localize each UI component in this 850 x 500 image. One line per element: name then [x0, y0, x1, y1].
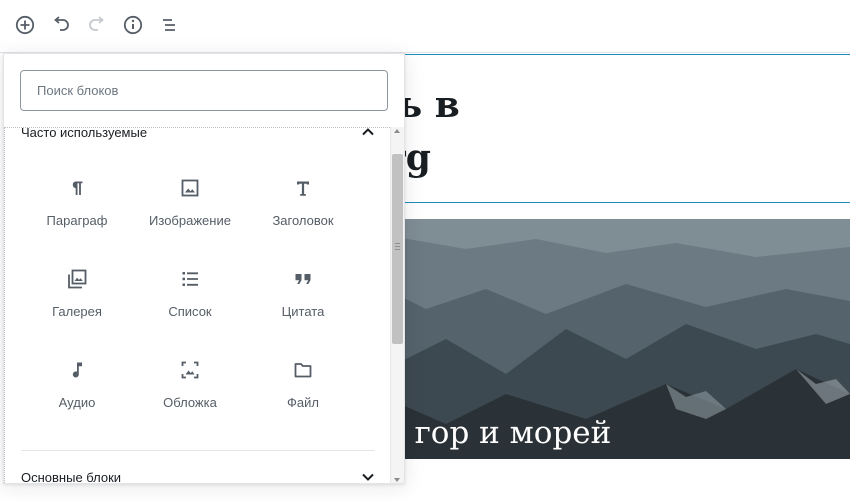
block-item-image[interactable]: Изображение [130, 158, 250, 240]
gallery-icon [65, 267, 89, 291]
panel-title: Часто используемые [21, 127, 148, 140]
block-item-label: Параграф [46, 213, 108, 228]
audio-icon [65, 358, 89, 382]
panel-divider [21, 450, 375, 451]
image-icon [178, 176, 202, 200]
block-item-list[interactable]: Список [130, 249, 250, 331]
redo-button[interactable] [85, 13, 109, 37]
block-item-label: Заголовок [272, 213, 334, 228]
inserter-search-area [4, 54, 404, 127]
block-item-label: Обложка [163, 395, 217, 410]
panel-toggle-most-used[interactable]: Часто используемые [21, 127, 375, 142]
block-item-file[interactable]: Файл [243, 340, 363, 422]
block-item-label: Список [168, 304, 212, 319]
scrollbar-thumb[interactable] [392, 154, 403, 344]
chevron-up-icon [362, 128, 374, 136]
block-item-audio[interactable]: Аудио [17, 340, 137, 422]
block-item-label: Файл [287, 395, 319, 410]
block-search-input[interactable] [20, 70, 388, 111]
block-item-cover[interactable]: Обложка [130, 340, 250, 422]
panel-title: Основные блоки [21, 469, 122, 484]
list-icon [178, 267, 202, 291]
editor-toolbar [0, 0, 850, 53]
info-icon [123, 15, 143, 35]
cover-icon [178, 358, 202, 382]
block-item-gallery[interactable]: Галерея [17, 249, 137, 331]
undo-icon [54, 16, 69, 31]
block-list: Часто используемые Параграф Изображение [4, 127, 390, 484]
block-item-label: Галерея [52, 304, 102, 319]
block-item-quote[interactable]: Цитата [243, 249, 363, 331]
block-item-label: Цитата [281, 304, 325, 319]
undo-button[interactable] [49, 13, 73, 37]
content-info-button[interactable] [121, 13, 145, 37]
file-icon [291, 358, 315, 382]
scroll-down-arrow-icon[interactable] [394, 478, 400, 482]
block-item-paragraph[interactable]: Параграф [17, 158, 137, 240]
panel-toggle-common-blocks[interactable]: Основные блоки [21, 467, 375, 484]
list-view-icon [163, 19, 175, 31]
chevron-down-icon [362, 473, 374, 481]
block-item-heading[interactable]: Заголовок [243, 158, 363, 240]
add-block-button[interactable] [13, 13, 37, 37]
plus-circle-icon [15, 15, 35, 35]
redo-icon [89, 16, 104, 31]
paragraph-icon [65, 176, 89, 200]
block-list-scrollbar[interactable] [390, 127, 404, 483]
quote-icon [291, 267, 315, 291]
block-item-label: Изображение [149, 213, 231, 228]
block-inserter-popover: Часто используемые Параграф Изображение [3, 53, 405, 484]
block-navigation-button[interactable] [157, 13, 181, 37]
block-item-label: Аудио [58, 395, 96, 410]
scroll-up-arrow-icon[interactable] [394, 129, 400, 133]
heading-icon [291, 176, 315, 200]
